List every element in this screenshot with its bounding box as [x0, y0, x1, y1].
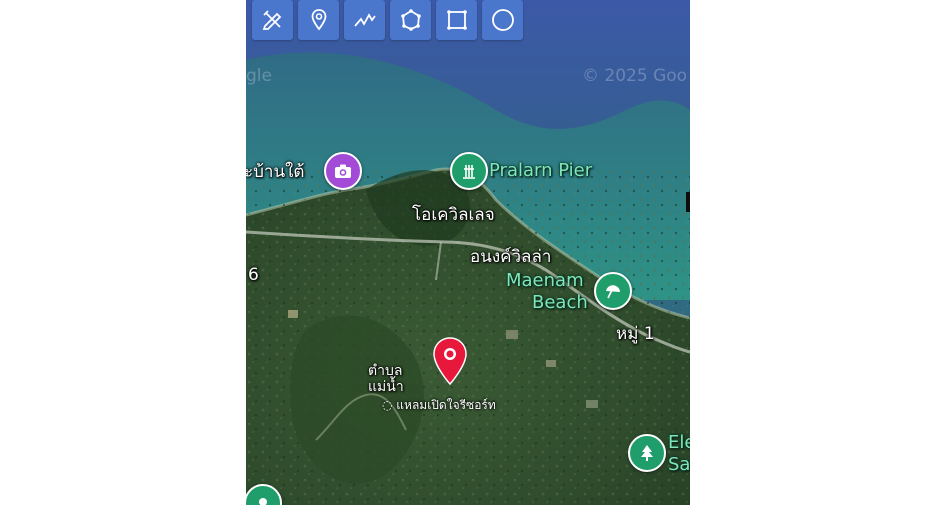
place-label-anong-villa[interactable]: อนงค์วิลล่า — [470, 243, 551, 270]
road-label-6: 6 — [248, 265, 259, 285]
beach-umbrella-icon — [606, 285, 620, 299]
poi-beach[interactable] — [594, 272, 632, 310]
location-marker[interactable] — [431, 336, 469, 390]
drawing-toolbar — [252, 0, 523, 40]
edit-tool-button[interactable] — [252, 0, 293, 40]
camera-icon — [335, 164, 351, 178]
poi-camera[interactable] — [324, 152, 362, 190]
place-label-maenam-beach-line2[interactable]: Beach — [532, 292, 588, 313]
circle-icon — [491, 9, 514, 31]
place-label-ok-village[interactable]: โอเควิลเลจ — [412, 201, 495, 228]
map-marker-icon — [433, 337, 467, 386]
pencil-ruler-icon — [262, 10, 281, 30]
small-place-text: แหลมเปิดใจรีซอร์ท — [396, 398, 496, 412]
google-watermark-left: gle — [246, 66, 272, 86]
place-label-ban-tai[interactable]: ะบ้านใต้ — [246, 158, 304, 185]
marker-tool-button[interactable] — [298, 0, 339, 40]
place-label-small[interactable]: ◌ แหลมเปิดใจรีซอร์ท — [382, 396, 496, 415]
place-label-maenam-beach-line1[interactable]: Maenam — [506, 270, 584, 291]
map-view[interactable]: gle © 2025 Goo ะบ้านใต้ Pralarn Pier โอเ… — [246, 0, 690, 505]
poi-park[interactable] — [628, 434, 666, 472]
place-label-ele-line1[interactable]: Ele — [668, 432, 690, 453]
circle-tool-button[interactable] — [482, 0, 523, 40]
pier-icon — [463, 165, 475, 179]
place-label-pralarn-pier[interactable]: Pralarn Pier — [489, 160, 592, 181]
pin-icon — [259, 498, 267, 505]
place-label-ele-line2[interactable]: Sa — [668, 454, 690, 475]
polygon-tool-button[interactable] — [390, 0, 431, 40]
poi-pier[interactable] — [450, 152, 488, 190]
map-edge-control — [686, 192, 690, 212]
google-watermark-right: © 2025 Goo — [582, 66, 688, 86]
area-label-tambon-line2[interactable]: แม่น้ำ — [368, 376, 404, 398]
tree-icon — [641, 445, 653, 461]
map-pin-icon — [311, 9, 326, 31]
polygon-icon — [400, 9, 421, 31]
rectangle-icon — [446, 10, 467, 30]
small-place-dot-icon: ◌ — [382, 398, 397, 412]
area-label-moo-1[interactable]: หมู่ 1 — [616, 320, 655, 347]
rectangle-tool-button[interactable] — [436, 0, 477, 40]
polyline-tool-button[interactable] — [344, 0, 385, 40]
polyline-icon — [353, 13, 376, 27]
